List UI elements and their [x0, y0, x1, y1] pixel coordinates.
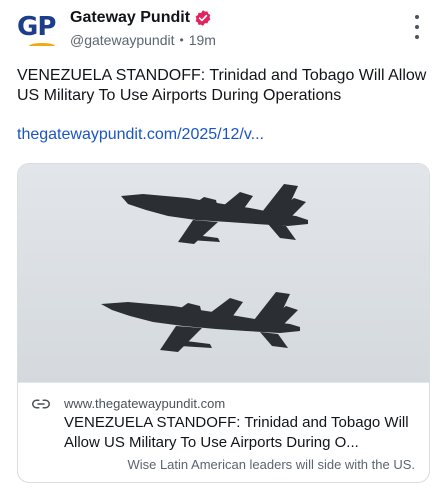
- avatar-logo-text: GP: [17, 12, 56, 42]
- menu-dot: [415, 25, 419, 29]
- menu-dot: [415, 15, 419, 19]
- post-link[interactable]: thegatewaypundit.com/2025/12/v...: [17, 126, 264, 144]
- avatar-swoosh: [29, 43, 55, 49]
- menu-dot: [415, 35, 419, 39]
- author-handle[interactable]: @gatewaypundit: [70, 32, 175, 48]
- card-image[interactable]: [18, 164, 429, 382]
- avatar[interactable]: GP: [17, 10, 61, 54]
- card-description: Wise Latin American leaders will side wi…: [127, 457, 415, 472]
- separator-dot: •: [179, 33, 184, 47]
- card-meta[interactable]: www.thegatewaypundit.com VENEZUELA STAND…: [18, 382, 429, 482]
- card-title: VENEZUELA STANDOFF: Trinidad and Tobago …: [64, 414, 409, 451]
- fighter-jet: [101, 292, 300, 352]
- fighter-jet: [121, 184, 308, 244]
- card-domain: www.thegatewaypundit.com: [64, 396, 226, 411]
- more-vertical-icon[interactable]: [409, 15, 425, 39]
- link-icon: [32, 399, 50, 409]
- name-row: Gateway Pundit: [70, 8, 216, 28]
- feed-post[interactable]: GP Gateway Pundit @gatewaypundit • 19m V…: [0, 0, 447, 500]
- fighter-jets-image: [101, 184, 308, 352]
- author-name[interactable]: Gateway Pundit: [70, 9, 190, 27]
- post-time[interactable]: 19m: [189, 32, 216, 48]
- post-header: Gateway Pundit @gatewaypundit • 19m: [70, 8, 216, 48]
- link-preview-card[interactable]: www.thegatewaypundit.com VENEZUELA STAND…: [17, 163, 430, 483]
- post-text: VENEZUELA STANDOFF: Trinidad and Tobago …: [17, 67, 427, 104]
- verified-badge-icon: [195, 10, 211, 26]
- sub-row: @gatewaypundit • 19m: [70, 32, 216, 48]
